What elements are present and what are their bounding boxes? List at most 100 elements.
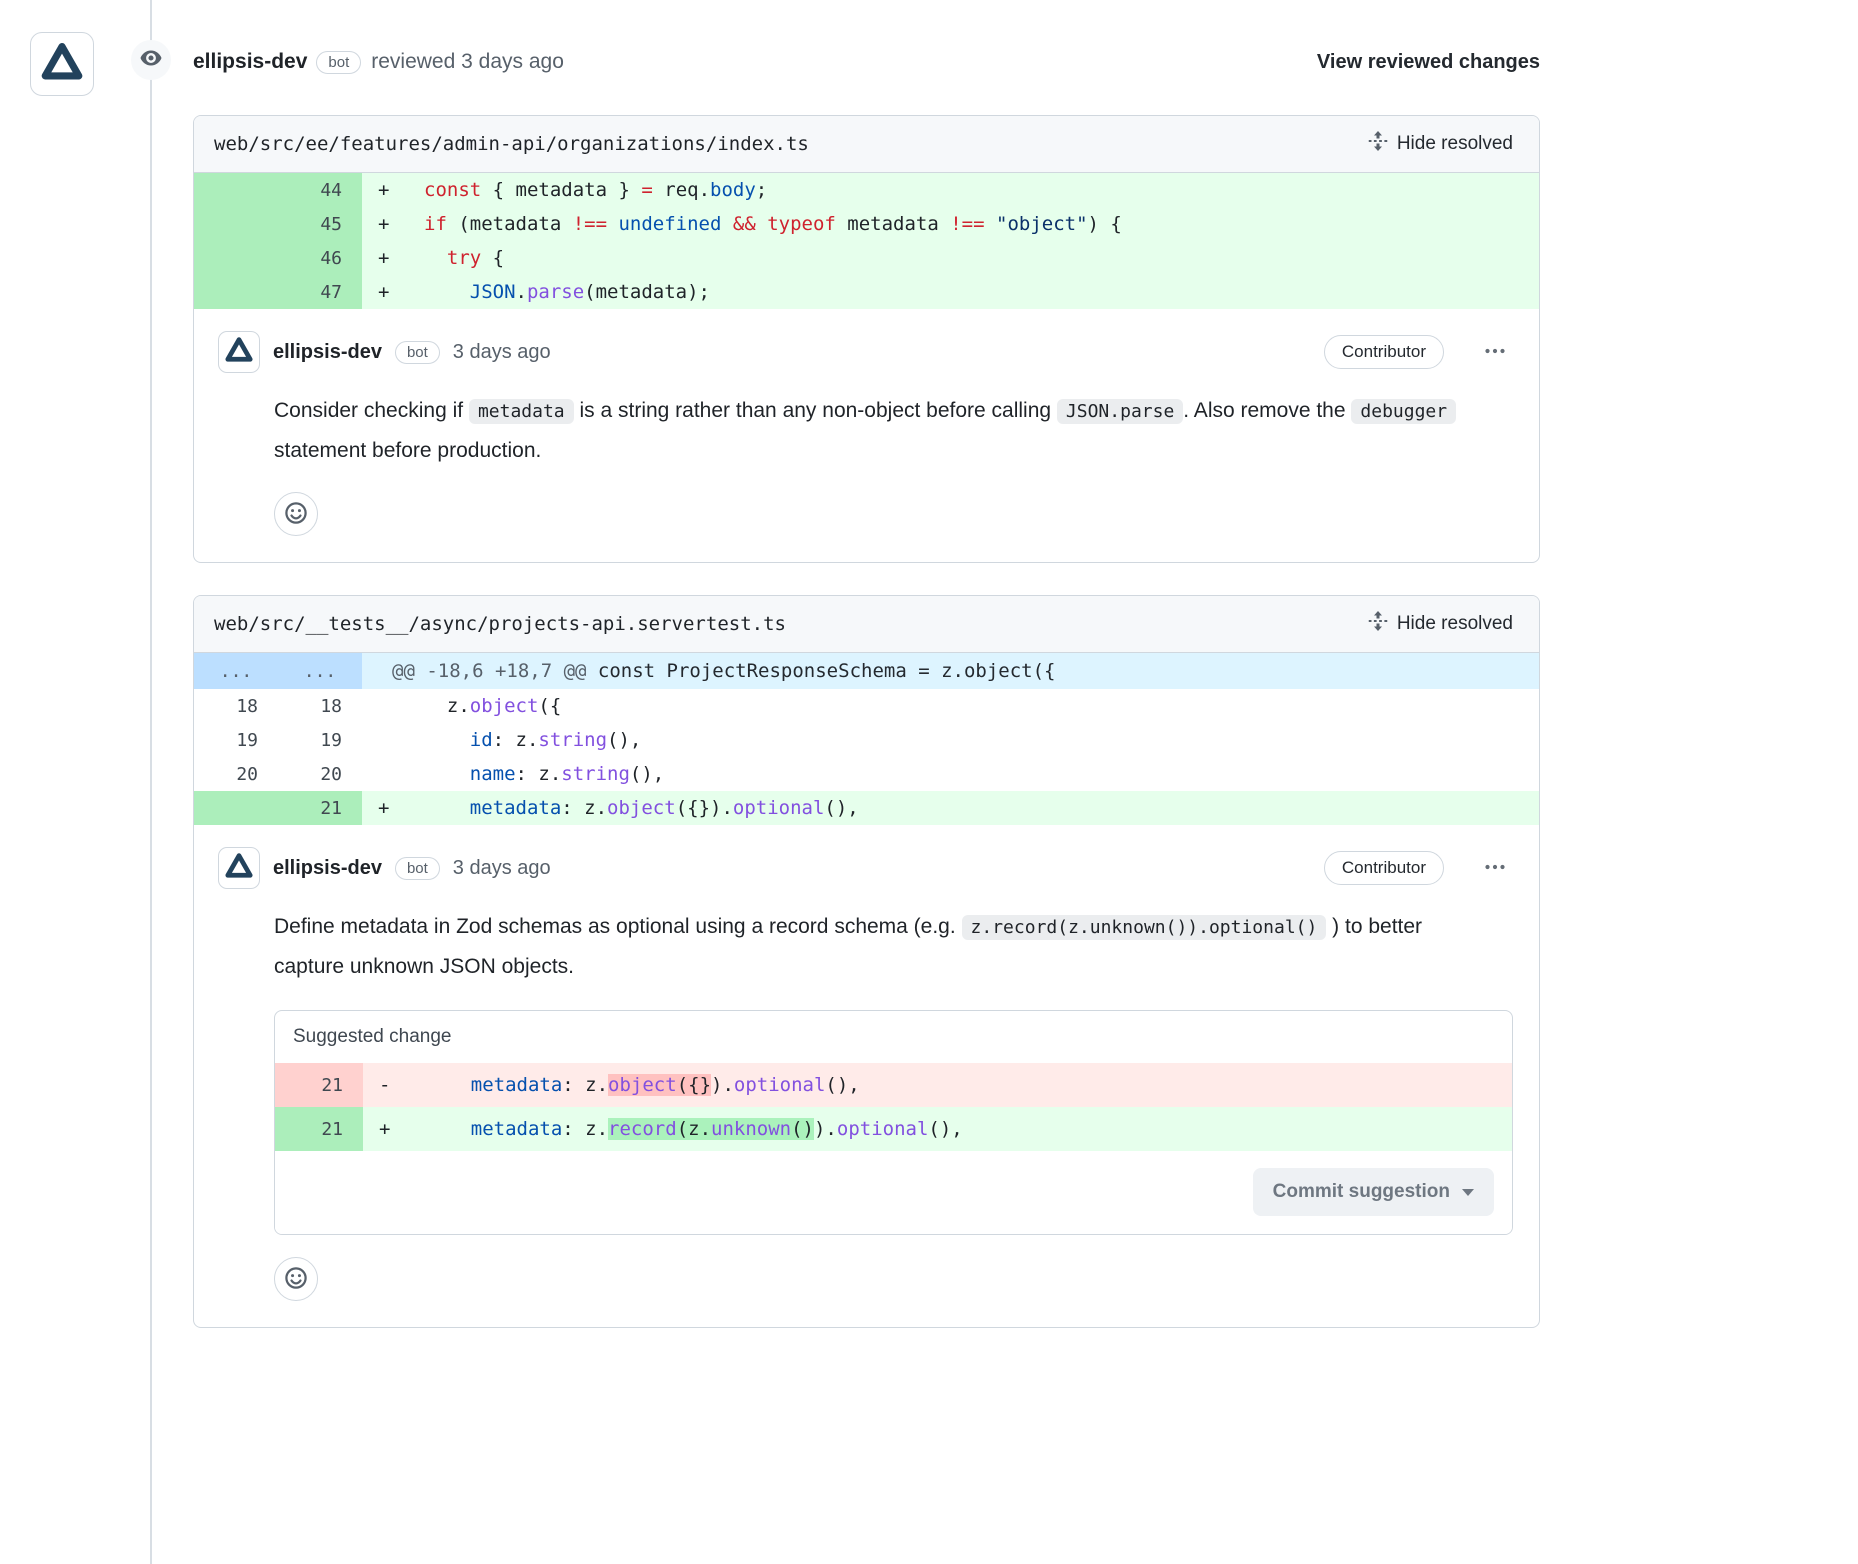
hide-resolved-button[interactable]: Hide resolved bbox=[1362, 610, 1519, 638]
review-event-badge bbox=[131, 40, 171, 80]
inline-code: z.record(z.unknown()).optional() bbox=[962, 915, 1327, 940]
line-number: 20 bbox=[194, 757, 278, 791]
line-number: 20 bbox=[278, 757, 362, 791]
inline-code: JSON.parse bbox=[1057, 399, 1183, 424]
line-number: 18 bbox=[278, 689, 362, 723]
review-thread: ellipsis-dev bot reviewed 3 days ago Vie… bbox=[193, 44, 1540, 1360]
commit-suggestion-label: Commit suggestion bbox=[1273, 1181, 1450, 1203]
file-path[interactable]: web/src/ee/features/admin-api/organizati… bbox=[214, 133, 809, 155]
line-number: 21 bbox=[275, 1107, 363, 1151]
suggestion-footer: Commit suggestion bbox=[275, 1151, 1512, 1234]
suggested-change-title: Suggested change bbox=[275, 1011, 1512, 1063]
kebab-icon bbox=[1483, 339, 1507, 366]
smiley-icon bbox=[284, 1266, 308, 1293]
unfold-icon bbox=[1368, 131, 1388, 157]
code-line: JSON.parse(metadata); bbox=[408, 275, 1539, 309]
comment-timestamp[interactable]: 3 days ago bbox=[453, 857, 551, 880]
diff-sign: + bbox=[362, 207, 408, 241]
comment-author[interactable]: ellipsis-dev bbox=[273, 341, 382, 364]
diff-line: 21 + metadata: z.object({}).optional(), bbox=[194, 791, 1539, 825]
code-line: if (metadata !== undefined && typeof met… bbox=[408, 207, 1539, 241]
code-line: try { bbox=[408, 241, 1539, 275]
hunk-text: @@ -18,6 +18,7 @@ const ProjectResponseS… bbox=[362, 653, 1539, 689]
diff-sign: + bbox=[363, 1107, 409, 1151]
bot-badge: bot bbox=[395, 341, 440, 364]
comment-author[interactable]: ellipsis-dev bbox=[273, 857, 382, 880]
hunk-gutter: ... bbox=[278, 653, 362, 689]
diff-sign: + bbox=[362, 241, 408, 275]
comment-timestamp[interactable]: 3 days ago bbox=[453, 341, 551, 364]
line-number: 21 bbox=[278, 791, 362, 825]
bot-badge: bot bbox=[395, 857, 440, 880]
review-header: ellipsis-dev bot reviewed 3 days ago Vie… bbox=[193, 44, 1540, 80]
comment-header: ellipsis-dev bot 3 days ago Contributor bbox=[218, 847, 1513, 889]
hide-resolved-button[interactable]: Hide resolved bbox=[1362, 130, 1519, 158]
code-line: metadata: z.object({}).optional(), bbox=[408, 791, 1539, 825]
line-number bbox=[194, 791, 278, 825]
diff-line: 44 + const { metadata } = req.body; bbox=[194, 173, 1539, 207]
comment-options-button[interactable] bbox=[1477, 338, 1513, 367]
line-number: 19 bbox=[194, 723, 278, 757]
contributor-badge: Contributor bbox=[1324, 851, 1444, 885]
diff-line: 18 18 z.object({ bbox=[194, 689, 1539, 723]
code-line: metadata: z.object({}).optional(), bbox=[409, 1063, 1512, 1107]
eye-icon bbox=[139, 46, 163, 75]
add-reaction-button[interactable] bbox=[274, 492, 318, 536]
code-line: name: z.string(), bbox=[408, 757, 1539, 791]
commit-suggestion-button[interactable]: Commit suggestion bbox=[1253, 1168, 1494, 1216]
review-comment: ellipsis-dev bot 3 days ago Contributor … bbox=[194, 309, 1539, 562]
line-number: 21 bbox=[275, 1063, 363, 1107]
code-line: const { metadata } = req.body; bbox=[408, 173, 1539, 207]
review-meta: reviewed 3 days ago bbox=[371, 50, 564, 74]
line-number: 18 bbox=[194, 689, 278, 723]
view-reviewed-changes-link[interactable]: View reviewed changes bbox=[1317, 51, 1540, 74]
comment-options-button[interactable] bbox=[1477, 854, 1513, 883]
diff-line: 45 + if (metadata !== undefined && typeo… bbox=[194, 207, 1539, 241]
smiley-icon bbox=[284, 501, 308, 528]
ellipsis-logo-icon bbox=[41, 41, 83, 88]
diff-sign: + bbox=[362, 791, 408, 825]
hunk-gutter: ... bbox=[194, 653, 278, 689]
diff-snippet: ... ... @@ -18,6 +18,7 @@ const ProjectR… bbox=[194, 653, 1539, 825]
ellipsis-logo-icon bbox=[225, 852, 253, 885]
comment-avatar[interactable] bbox=[218, 847, 260, 889]
line-number: 19 bbox=[278, 723, 362, 757]
diff-snippet: 44 + const { metadata } = req.body; 45 +… bbox=[194, 173, 1539, 309]
code-line: z.object({ bbox=[408, 689, 1539, 723]
comment-header: ellipsis-dev bot 3 days ago Contributor bbox=[218, 331, 1513, 373]
file-path[interactable]: web/src/__tests__/async/projects-api.ser… bbox=[214, 613, 786, 635]
diff-line: 20 20 name: z.string(), bbox=[194, 757, 1539, 791]
reviewer-name[interactable]: ellipsis-dev bbox=[193, 50, 307, 74]
diff-sign: - bbox=[363, 1063, 409, 1107]
suggestion-deleted-line: 21 - metadata: z.object({}).optional(), bbox=[275, 1063, 1512, 1107]
diff-line: 47 + JSON.parse(metadata); bbox=[194, 275, 1539, 309]
ellipsis-logo-icon bbox=[225, 336, 253, 369]
suggestion-added-line: 21 + metadata: z.record(z.unknown()).opt… bbox=[275, 1107, 1512, 1151]
diff-line: 19 19 id: z.string(), bbox=[194, 723, 1539, 757]
file-header: web/src/ee/features/admin-api/organizati… bbox=[194, 116, 1539, 173]
review-comment: ellipsis-dev bot 3 days ago Contributor … bbox=[194, 825, 1539, 1327]
diff-sign: + bbox=[362, 173, 408, 207]
comment-avatar[interactable] bbox=[218, 331, 260, 373]
inline-code: metadata bbox=[469, 399, 574, 424]
bot-badge: bot bbox=[316, 51, 361, 74]
unfold-icon bbox=[1368, 611, 1388, 637]
file-header: web/src/__tests__/async/projects-api.ser… bbox=[194, 596, 1539, 653]
reviewer-avatar[interactable] bbox=[30, 32, 94, 96]
review-comment-card-1: web/src/ee/features/admin-api/organizati… bbox=[193, 115, 1540, 563]
hide-resolved-label: Hide resolved bbox=[1397, 133, 1513, 155]
line-number: 45 bbox=[278, 207, 362, 241]
contributor-badge: Contributor bbox=[1324, 335, 1444, 369]
kebab-icon bbox=[1483, 855, 1507, 882]
code-line: metadata: z.record(z.unknown()).optional… bbox=[409, 1107, 1512, 1151]
hunk-header-line: ... ... @@ -18,6 +18,7 @@ const ProjectR… bbox=[194, 653, 1539, 689]
comment-body: Consider checking if metadata is a strin… bbox=[274, 391, 1493, 470]
diff-line: 46 + try { bbox=[194, 241, 1539, 275]
diff-sign: + bbox=[362, 275, 408, 309]
line-number: 44 bbox=[278, 173, 362, 207]
inline-code: debugger bbox=[1351, 399, 1456, 424]
add-reaction-button[interactable] bbox=[274, 1257, 318, 1301]
line-number: 46 bbox=[278, 241, 362, 275]
line-number: 47 bbox=[278, 275, 362, 309]
code-line: id: z.string(), bbox=[408, 723, 1539, 757]
